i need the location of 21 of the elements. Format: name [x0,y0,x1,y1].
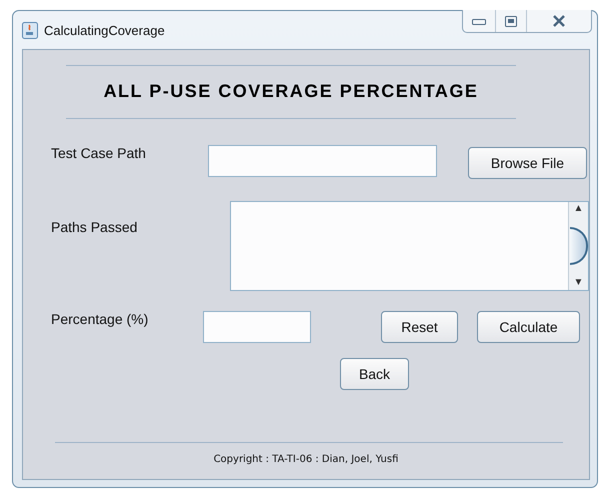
window-title: CalculatingCoverage [44,22,165,38]
back-button[interactable]: Back [340,358,409,390]
coffee-cup-icon [22,22,38,38]
field-label: Test Case Path [50,145,147,161]
maximize-icon [505,16,517,26]
heading: ALL P-USE COVERAGE PERCENTAGE [102,80,480,103]
close-icon [552,15,566,27]
copyright-text: Copyright : TA-TI-06 : Dian, Joel, Yusfi [212,454,400,465]
reset-button[interactable]: Reset [381,311,458,343]
scroll-up-button[interactable]: ▲ [574,202,584,216]
path-input-field[interactable] [208,145,437,177]
percentage-input-field[interactable] [203,311,311,343]
scroll-down-button[interactable]: ▼ [574,276,584,290]
browse-file-button[interactable]: Browse File [468,147,587,179]
field-label: Percentage (%) [50,311,150,327]
paths-text-area[interactable]: ▲ ▼ [230,201,589,291]
minimize-icon [472,17,486,25]
scroll-bar[interactable]: ▲ ▼ [568,202,588,290]
scroll-thumb[interactable] [570,227,588,265]
calculate-button[interactable]: Calculate [477,311,580,343]
field-label: Paths Passed [50,219,138,235]
